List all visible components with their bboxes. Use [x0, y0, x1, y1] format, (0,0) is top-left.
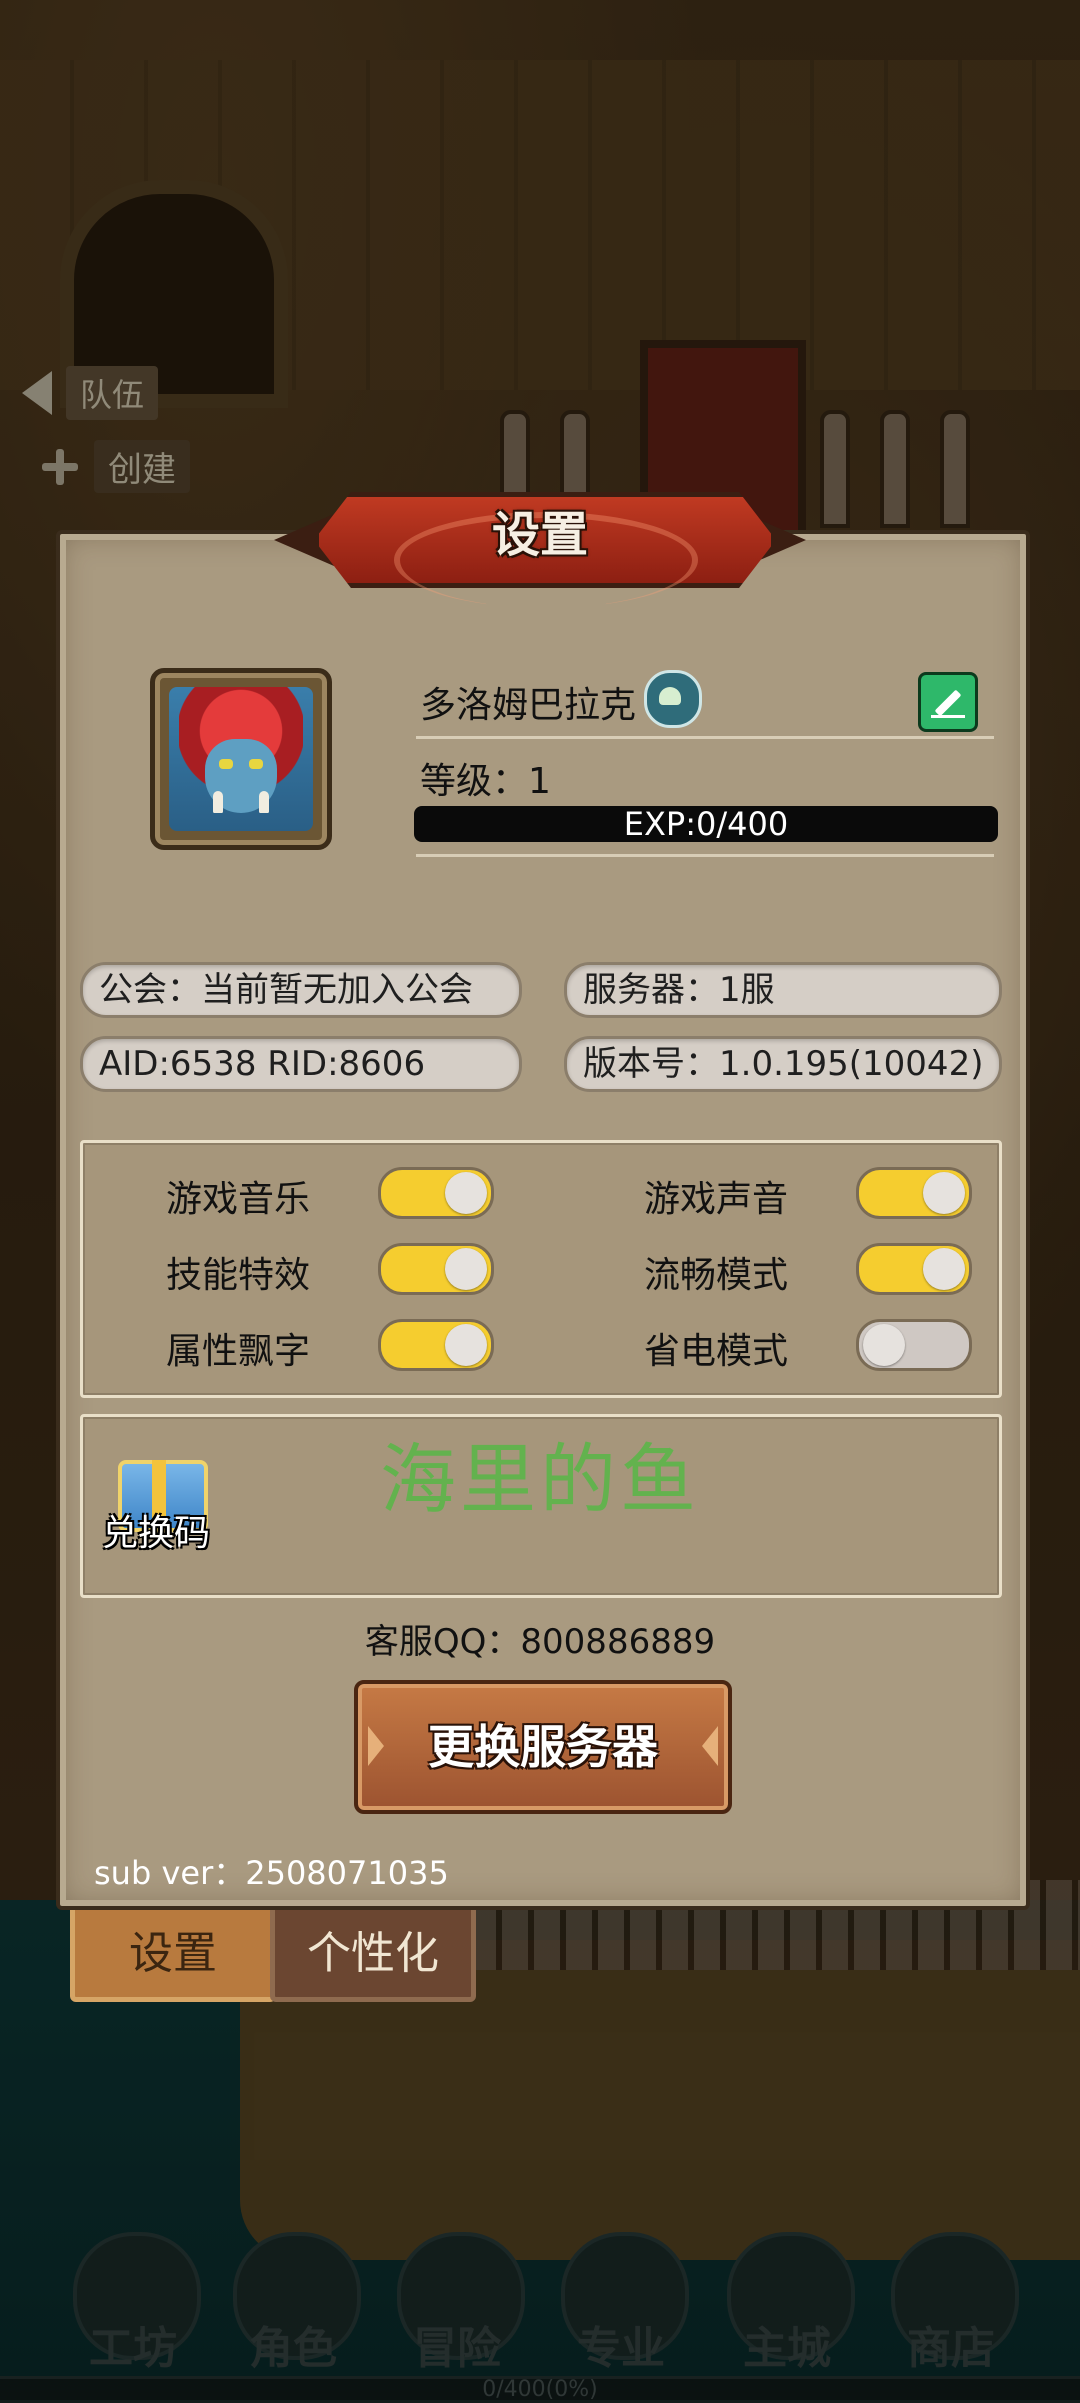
sub-version: sub ver：2508071035	[94, 1854, 449, 1892]
toggle-label: 游戏音乐	[165, 1179, 310, 1220]
toggle-label: 省电模式	[643, 1331, 788, 1372]
toggle-row-sound: 游戏声音	[578, 1170, 788, 1222]
exp-bar: EXP:0/400	[414, 806, 998, 842]
toggle-knob	[863, 1324, 905, 1366]
tab-settings[interactable]: 设置	[70, 1896, 276, 2002]
troll-tusk	[259, 791, 269, 813]
account-ids: AID:6538 RID:8606	[80, 1036, 522, 1092]
toggle-knob	[445, 1248, 487, 1290]
server-info: 服务器：1服	[564, 962, 1002, 1018]
redeem-code-button[interactable]: 兑换码	[102, 1504, 210, 1556]
toggle-label: 技能特效	[165, 1255, 310, 1296]
toggle-label: 属性飘字	[165, 1331, 310, 1372]
toggle-knob	[445, 1172, 487, 1214]
tab-personalize[interactable]: 个性化	[270, 1896, 476, 2002]
divider	[416, 854, 994, 857]
version-info: 版本号：1.0.195(10042)	[564, 1036, 1002, 1092]
toggle-knob	[445, 1324, 487, 1366]
troll-eye	[219, 759, 233, 769]
smooth-mode-toggle[interactable]	[856, 1243, 972, 1295]
toggle-label: 流畅模式	[643, 1255, 788, 1296]
troll-tusk	[213, 791, 223, 813]
toggle-label: 游戏声音	[643, 1179, 788, 1220]
toggle-knob	[923, 1248, 965, 1290]
switch-server-button[interactable]: 更换服务器	[354, 1680, 732, 1814]
toggle-row-music: 游戏音乐	[100, 1170, 310, 1222]
player-level: 等级：1	[420, 761, 551, 802]
panel-title: 设置	[491, 507, 588, 563]
skill-effects-toggle[interactable]	[378, 1243, 494, 1295]
troll-portrait	[169, 687, 313, 831]
floating-text-toggle[interactable]	[378, 1319, 494, 1371]
power-saving-toggle[interactable]	[856, 1319, 972, 1371]
toggle-row-skill-effects: 技能特效	[100, 1246, 310, 1298]
customer-service-qq: 客服QQ：800886889	[364, 1622, 716, 1662]
toggle-row-smooth-mode: 流畅模式	[578, 1246, 788, 1298]
toggle-knob	[923, 1172, 965, 1214]
toggle-row-floating-text: 属性飘字	[100, 1322, 310, 1374]
player-name: 多洛姆巴拉克	[420, 685, 637, 726]
title-banner: 设置	[274, 492, 806, 608]
sound-toggle[interactable]	[856, 1167, 972, 1219]
avatar[interactable]	[150, 668, 332, 850]
exp-text: EXP:0/400	[623, 805, 789, 843]
switch-server-label: 更换服务器	[428, 1720, 658, 1774]
toggle-row-power-saving: 省电模式	[578, 1322, 788, 1374]
music-toggle[interactable]	[378, 1167, 494, 1219]
rank-badge-icon[interactable]	[644, 670, 702, 728]
watermark-text: 海里的鱼	[380, 1435, 700, 1524]
edit-name-button[interactable]	[918, 672, 978, 732]
troll-eye	[249, 759, 263, 769]
divider	[416, 736, 994, 739]
guild-info: 公会：当前暂无加入公会	[80, 962, 522, 1018]
